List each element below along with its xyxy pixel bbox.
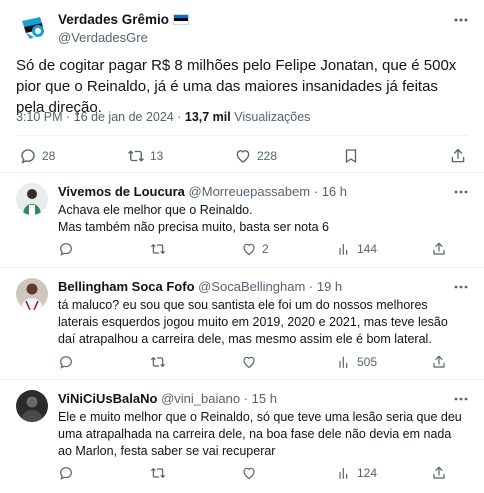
reply-text-line: Mas também não precisa muito, basta ser …: [58, 220, 329, 234]
avatar[interactable]: [16, 183, 48, 215]
more-icon[interactable]: [452, 185, 470, 199]
views-count: 144: [357, 242, 378, 256]
divider: [16, 135, 468, 136]
reply-header: ViNiCiUsBalaNo @vini_baiano · 15 h: [58, 391, 277, 406]
repost-icon: [151, 357, 165, 367]
reply-icon: [60, 467, 72, 480]
avatar[interactable]: [16, 278, 48, 310]
repost-icon: [128, 150, 144, 162]
reply-author-handle[interactable]: @vini_baiano: [161, 391, 240, 406]
tweet-text: Só de cogitar pagar R$ 8 milhões pelo Fe…: [16, 57, 457, 116]
views-icon: [339, 467, 348, 479]
reply-header: Vivemos de Loucura @Morreuepassabem · 16…: [58, 184, 347, 199]
reply-count: 28: [42, 149, 56, 163]
reply-text: Ele e muito melhor que o Reinaldo, só qu…: [58, 410, 462, 458]
reply-button[interactable]: [58, 465, 74, 481]
views-label: Visualizações: [234, 110, 311, 124]
repost-count: 13: [150, 149, 164, 163]
reply-time[interactable]: · 16 h: [314, 184, 347, 199]
reply-text: tá maluco? eu sou que sou santista ele f…: [58, 298, 448, 346]
reply-text: Achava ele melhor que o Reinaldo. Mas ta…: [58, 202, 468, 236]
repost-icon: [151, 468, 165, 478]
reply-tweet: ViNiCiUsBalaNo @vini_baiano · 15 h Ele e…: [0, 379, 484, 493]
repost-button[interactable]: [150, 354, 166, 370]
reply-tweet: Vivemos de Loucura @Morreuepassabem · 16…: [0, 172, 484, 267]
like-button[interactable]: [241, 354, 257, 370]
reply-button[interactable]: 28: [19, 147, 55, 165]
share-icon: [433, 242, 445, 255]
author-name[interactable]: Verdades Grêmio: [58, 12, 190, 27]
reply-tweet: Bellingham Soca Fofo @SocaBellingham · 1…: [0, 267, 484, 379]
tweet-timestamp[interactable]: 3:10 PM · 16 de jan de 2024 ·: [16, 110, 181, 124]
like-count: 228: [257, 149, 278, 163]
repost-button[interactable]: 13: [127, 147, 163, 165]
views-button[interactable]: 124: [336, 465, 377, 481]
author-handle[interactable]: @VerdadesGre: [58, 30, 148, 45]
reply-actions: 2 144: [0, 241, 484, 259]
views-icon: [339, 243, 348, 255]
bookmark-icon: [345, 149, 357, 163]
repost-icon: [151, 244, 165, 254]
main-tweet: Verdades Grêmio @VerdadesGre Só de cogit…: [0, 0, 484, 172]
estonia-flag-icon: [173, 14, 190, 25]
like-icon: [243, 356, 255, 368]
reply-time[interactable]: · 15 h: [244, 391, 277, 406]
more-icon[interactable]: [452, 280, 470, 294]
reply-author-name[interactable]: Bellingham Soca Fofo: [58, 279, 195, 294]
share-icon: [451, 148, 465, 163]
views-count: 124: [357, 466, 378, 480]
more-icon[interactable]: [452, 392, 470, 406]
reply-author-handle[interactable]: @Morreuepassabem: [189, 184, 311, 199]
share-button[interactable]: [449, 147, 467, 165]
views-icon: [339, 356, 348, 368]
tweet-meta: 3:10 PM · 16 de jan de 2024 · 13,7 mil V…: [16, 110, 310, 124]
reply-time[interactable]: · 19 h: [309, 279, 342, 294]
like-icon: [243, 467, 255, 479]
reply-actions: 505: [0, 354, 484, 372]
avatar[interactable]: [16, 9, 52, 45]
reply-button[interactable]: [58, 241, 74, 257]
share-button[interactable]: [431, 465, 447, 481]
share-button[interactable]: [431, 241, 447, 257]
like-button[interactable]: [241, 465, 257, 481]
like-icon: [236, 150, 250, 163]
reply-icon: [60, 243, 72, 256]
reply-author-name[interactable]: ViNiCiUsBalaNo: [58, 391, 157, 406]
share-button[interactable]: [431, 354, 447, 370]
more-icon[interactable]: [452, 12, 470, 28]
like-count: 2: [262, 242, 269, 256]
share-icon: [433, 466, 445, 479]
avatar[interactable]: [16, 390, 48, 422]
author-name-text[interactable]: Verdades Grêmio: [58, 12, 169, 27]
reply-icon: [21, 149, 35, 164]
reply-author-name[interactable]: Vivemos de Loucura: [58, 184, 185, 199]
reply-actions: 124: [0, 465, 484, 483]
reply-icon: [60, 356, 72, 369]
bookmark-button[interactable]: [342, 147, 360, 165]
views-button[interactable]: 144: [336, 241, 377, 257]
reply-button[interactable]: [58, 354, 74, 370]
share-icon: [433, 355, 445, 368]
reply-text-line: Achava ele melhor que o Reinaldo.: [58, 203, 253, 217]
views-button[interactable]: 505: [336, 354, 377, 370]
like-button[interactable]: 2: [241, 241, 269, 257]
repost-button[interactable]: [150, 465, 166, 481]
like-button[interactable]: 228: [234, 147, 277, 165]
reply-author-handle[interactable]: @SocaBellingham: [198, 279, 305, 294]
repost-button[interactable]: [150, 241, 166, 257]
views-count: 13,7 mil: [184, 110, 231, 124]
like-icon: [243, 243, 255, 255]
views-count: 505: [357, 355, 378, 369]
reply-header: Bellingham Soca Fofo @SocaBellingham · 1…: [58, 279, 342, 294]
